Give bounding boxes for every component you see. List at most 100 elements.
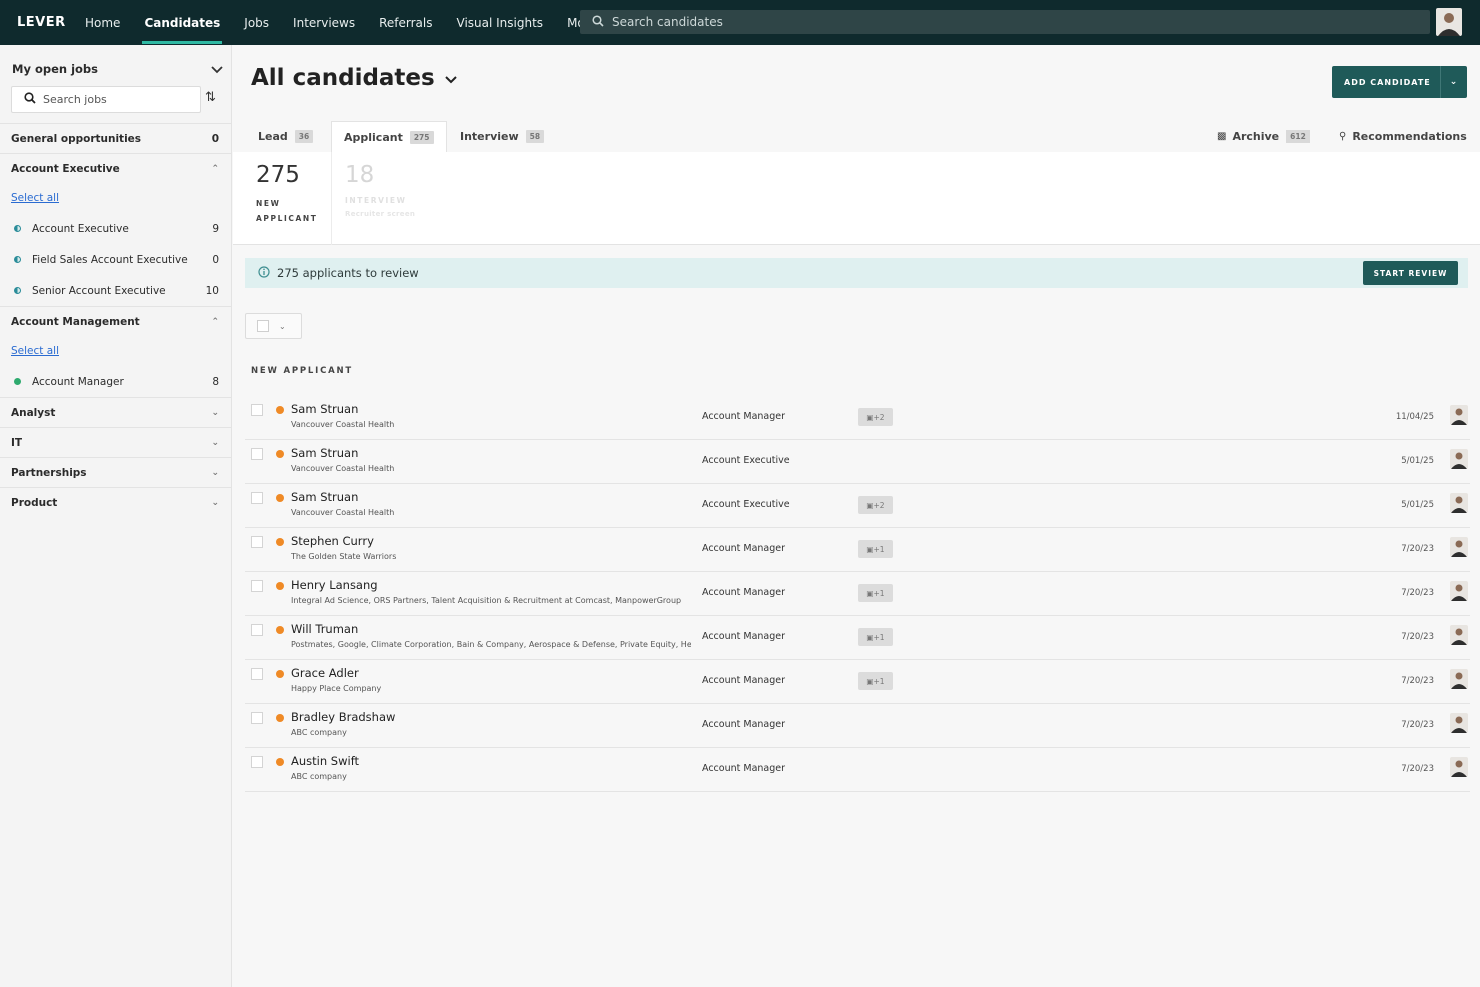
candidate-name[interactable]: Sam Struan	[291, 402, 358, 416]
candidate-org: ABC company	[291, 772, 347, 781]
table-row[interactable]: Stephen Curry The Golden State Warriors …	[245, 528, 1470, 572]
row-checkbox[interactable]	[251, 492, 263, 504]
tab-lead[interactable]: Lead 36	[258, 121, 314, 152]
group-it[interactable]: IT ⌄	[0, 427, 231, 457]
review-banner: 275 applicants to review START REVIEW	[245, 258, 1468, 288]
user-avatar[interactable]	[1436, 8, 1462, 36]
candidate-name[interactable]: Stephen Curry	[291, 534, 374, 548]
candidate-name[interactable]: Sam Struan	[291, 446, 358, 460]
sidebar-job-account-executive[interactable]: Account Executive 9	[0, 213, 231, 244]
applications-badge[interactable]: ▣ +1	[858, 584, 893, 602]
chevron-down-icon[interactable]	[211, 59, 223, 78]
row-checkbox[interactable]	[251, 668, 263, 680]
candidate-name[interactable]: Grace Adler	[291, 666, 359, 680]
table-row[interactable]: Sam Struan Vancouver Coastal Health Acco…	[245, 440, 1470, 484]
row-checkbox[interactable]	[251, 580, 263, 592]
owner-avatar[interactable]	[1450, 713, 1468, 733]
candidate-name[interactable]: Bradley Bradshaw	[291, 710, 395, 724]
applications-badge[interactable]: ▣ +1	[858, 672, 893, 690]
candidate-name[interactable]: Sam Struan	[291, 490, 358, 504]
add-candidate-button[interactable]: ADD CANDIDATE ⌄	[1332, 66, 1467, 98]
section-label: NEW APPLICANT	[251, 366, 353, 376]
group-account-executive[interactable]: Account Executive ⌃	[0, 153, 231, 183]
sort-icon[interactable]: ⇅	[205, 90, 216, 105]
nav-candidates-label: Candidates	[144, 15, 221, 30]
applications-badge[interactable]: ▣ +1	[858, 628, 893, 646]
bulk-select-dropdown[interactable]: ⌄	[245, 313, 302, 339]
status-dot-icon	[276, 494, 284, 502]
row-checkbox[interactable]	[251, 624, 263, 636]
stage-new-applicant[interactable]: 275 NEW APPLICANT	[233, 152, 332, 245]
candidate-name[interactable]: Austin Swift	[291, 754, 359, 768]
job-status-icon	[14, 378, 21, 385]
chevron-down-icon[interactable]: ⌄	[279, 322, 286, 331]
recommendations-tab[interactable]: ⚲ Recommendations	[1339, 121, 1467, 152]
owner-avatar[interactable]	[1450, 757, 1468, 777]
table-row[interactable]: Austin Swift ABC company Account Manager…	[245, 748, 1470, 792]
nav-home[interactable]: Home	[73, 0, 132, 45]
candidate-position: Account Manager	[702, 719, 786, 730]
page-title[interactable]: All candidates	[251, 65, 457, 91]
applications-badge[interactable]: ▣ +2	[858, 496, 893, 514]
select-all-link[interactable]: Select all	[11, 345, 59, 357]
chevron-up-icon[interactable]: ⌃	[211, 164, 219, 174]
group-product[interactable]: Product ⌄	[0, 487, 231, 517]
archive-tab[interactable]: ▩ Archive 612	[1217, 121, 1310, 152]
tab-interview[interactable]: Interview 58	[460, 121, 545, 152]
chevron-down-icon[interactable]: ⌄	[1441, 77, 1467, 87]
chevron-down-icon[interactable]: ⌄	[211, 468, 219, 478]
chevron-down-icon[interactable]: ⌄	[211, 498, 219, 508]
lever-logo[interactable]: LEVER	[17, 15, 73, 30]
nav-candidates[interactable]: Candidates	[132, 0, 232, 45]
start-review-button[interactable]: START REVIEW	[1363, 261, 1458, 285]
owner-avatar[interactable]	[1450, 493, 1468, 513]
row-checkbox[interactable]	[251, 536, 263, 548]
nav-jobs[interactable]: Jobs	[232, 0, 281, 45]
select-all-checkbox[interactable]	[257, 320, 269, 332]
owner-avatar[interactable]	[1450, 537, 1468, 557]
group-analyst[interactable]: Analyst ⌄	[0, 397, 231, 427]
nav-visual-insights[interactable]: Visual Insights	[445, 0, 556, 45]
sidebar-job-field-sales-account-executive[interactable]: Field Sales Account Executive 0	[0, 244, 231, 275]
row-checkbox[interactable]	[251, 448, 263, 460]
status-dot-icon	[276, 582, 284, 590]
applications-badge[interactable]: ▣ +2	[858, 408, 893, 426]
candidate-name[interactable]: Will Truman	[291, 622, 358, 636]
group-account-management[interactable]: Account Management ⌃	[0, 306, 231, 336]
chevron-down-icon[interactable]: ⌄	[211, 408, 219, 418]
table-row[interactable]: Will Truman Postmates, Google, Climate C…	[245, 616, 1470, 660]
sidebar-job-account-manager[interactable]: Account Manager 8	[0, 366, 231, 397]
applications-badge[interactable]: ▣ +1	[858, 540, 893, 558]
chevron-up-icon[interactable]: ⌃	[211, 317, 219, 327]
row-checkbox[interactable]	[251, 712, 263, 724]
chevron-down-icon[interactable]: ⌄	[211, 438, 219, 448]
group-partnerships[interactable]: Partnerships ⌄	[0, 457, 231, 487]
table-row[interactable]: Sam Struan Vancouver Coastal Health Acco…	[245, 396, 1470, 440]
candidate-position: Account Manager	[702, 587, 786, 598]
my-open-jobs-header[interactable]: My open jobs	[12, 59, 223, 78]
row-checkbox[interactable]	[251, 756, 263, 768]
candidate-org: Postmates, Google, Climate Corporation, …	[291, 640, 691, 649]
chevron-down-icon[interactable]	[445, 73, 457, 87]
sidebar-job-senior-account-executive[interactable]: Senior Account Executive 10	[0, 275, 231, 306]
table-row[interactable]: Bradley Bradshaw ABC company Account Man…	[245, 704, 1470, 748]
stage-recruiter-screen[interactable]: 18 INTERVIEW Recruiter screen	[322, 152, 415, 245]
table-row[interactable]: Henry Lansang Integral Ad Science, ORS P…	[245, 572, 1470, 616]
row-checkbox[interactable]	[251, 404, 263, 416]
nav-referrals[interactable]: Referrals	[367, 0, 444, 45]
owner-avatar[interactable]	[1450, 449, 1468, 469]
candidate-name[interactable]: Henry Lansang	[291, 578, 378, 592]
nav-interviews[interactable]: Interviews	[281, 0, 367, 45]
owner-avatar[interactable]	[1450, 405, 1468, 425]
group-general-opportunities[interactable]: General opportunities 0	[0, 123, 231, 153]
owner-avatar[interactable]	[1450, 625, 1468, 645]
owner-avatar[interactable]	[1450, 669, 1468, 689]
tab-applicant[interactable]: Applicant 275	[331, 121, 447, 153]
candidate-search-input[interactable]: Search candidates	[580, 10, 1430, 34]
table-row[interactable]: Grace Adler Happy Place Company Account …	[245, 660, 1470, 704]
select-all-link[interactable]: Select all	[11, 192, 59, 204]
table-row[interactable]: Sam Struan Vancouver Coastal Health Acco…	[245, 484, 1470, 528]
job-search-input[interactable]: Search jobs	[11, 86, 201, 113]
owner-avatar[interactable]	[1450, 581, 1468, 601]
nav-referrals-label: Referrals	[379, 15, 433, 30]
